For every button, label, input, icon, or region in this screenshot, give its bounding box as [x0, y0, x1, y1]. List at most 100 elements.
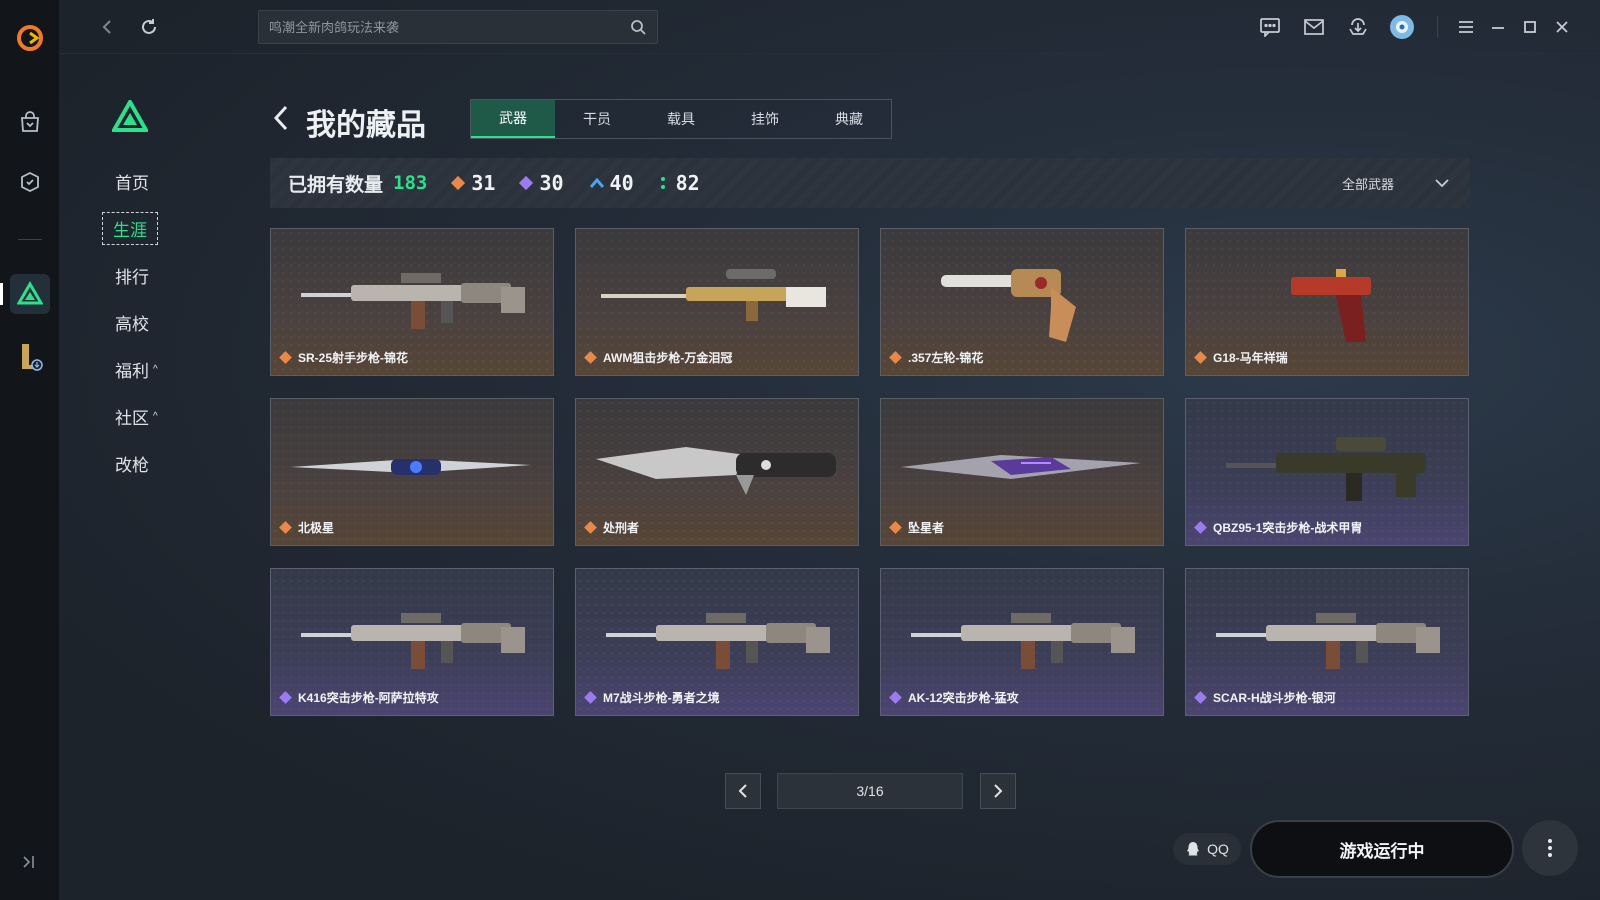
weapon-image: [596, 447, 836, 495]
blue-count: 40: [589, 171, 634, 195]
sidebar-item-label: 首页: [115, 174, 149, 193]
weapon-card[interactable]: 北极星: [270, 398, 554, 546]
search-icon[interactable]: [629, 18, 647, 36]
weapon-name: .357左轮-锦花: [889, 349, 983, 366]
close-icon[interactable]: [1549, 14, 1575, 40]
weapon-image: [601, 269, 826, 321]
purple-gem-icon: [519, 175, 534, 191]
back-nav-icon[interactable]: [92, 12, 122, 42]
count-value: 82: [675, 171, 700, 195]
count-value: 30: [539, 171, 564, 195]
tab-charms[interactable]: 挂饰: [723, 100, 807, 138]
weapon-image: [911, 613, 1135, 669]
weapon-card[interactable]: QBZ95-1突击步枪-战术甲胄: [1185, 398, 1469, 546]
maximize-icon[interactable]: [1517, 14, 1543, 40]
chevron-up-icon: ^: [153, 364, 158, 375]
back-arrow-icon[interactable]: [270, 103, 294, 133]
weapon-name: 处刑者: [584, 519, 639, 536]
category-tabs: 武器 干员 载具 挂饰 典藏: [470, 99, 892, 139]
weapon-name: 北极星: [279, 519, 334, 536]
qq-label: QQ: [1207, 841, 1229, 857]
sidebar-item-label: 排行: [115, 268, 149, 287]
rarity-gem-icon: [584, 521, 597, 534]
sidebar-item-home[interactable]: 首页: [102, 158, 162, 205]
rarity-gem-icon: [279, 521, 292, 534]
weapon-card[interactable]: AK-12突击步枪-猛攻: [880, 568, 1164, 716]
delta-force-game-icon[interactable]: [10, 274, 50, 314]
tag-icon[interactable]: [10, 162, 50, 202]
menu-icon[interactable]: [1453, 14, 1479, 40]
owned-total: 183: [393, 172, 428, 194]
weapon-card[interactable]: 处刑者: [575, 398, 859, 546]
sidebar-item-college[interactable]: 高校: [102, 299, 162, 346]
rarity-gem-icon: [889, 691, 902, 704]
qq-penguin-icon: [1187, 842, 1200, 856]
mail-icon[interactable]: [1301, 14, 1327, 40]
weapon-filter-dropdown[interactable]: 全部武器: [1342, 158, 1450, 208]
weapon-image: [901, 455, 1141, 479]
sidebar-item-label: 社区: [115, 409, 149, 428]
rarity-gem-icon: [1194, 521, 1207, 534]
weapon-name-text: K416突击步枪-阿萨拉特攻: [298, 691, 439, 705]
league-game-icon[interactable]: [10, 336, 50, 376]
minimize-icon[interactable]: [1485, 14, 1511, 40]
rarity-gem-icon: [584, 351, 597, 364]
weapon-name-text: G18-马年祥瑞: [1213, 351, 1288, 365]
weapon-image: [1216, 613, 1440, 669]
weapon-image: [606, 613, 830, 669]
rarity-gem-icon: [889, 521, 902, 534]
weapon-image: [301, 273, 525, 329]
weapon-card[interactable]: G18-马年祥瑞: [1185, 228, 1469, 376]
weapon-name-text: AK-12突击步枪-猛攻: [908, 691, 1019, 705]
green-dots-icon: [660, 177, 665, 189]
top-bar: [60, 0, 1600, 54]
prev-page-button[interactable]: [725, 773, 761, 809]
next-page-button[interactable]: [980, 773, 1016, 809]
refresh-icon[interactable]: [134, 12, 164, 42]
blue-chevron-icon: [589, 178, 604, 188]
tab-weapons[interactable]: 武器: [471, 100, 555, 138]
weapon-card[interactable]: M7战斗步枪-勇者之境: [575, 568, 859, 716]
chat-icon[interactable]: [1257, 14, 1283, 40]
weapon-name: SCAR-H战斗步枪-银河: [1194, 689, 1336, 706]
sidebar-item-label: 改枪: [115, 456, 149, 475]
store-bag-icon[interactable]: [10, 102, 50, 142]
green-count: 82: [660, 171, 700, 195]
weapon-card[interactable]: .357左轮-锦花: [880, 228, 1164, 376]
weapon-card[interactable]: 坠星者: [880, 398, 1164, 546]
weapon-name: QBZ95-1突击步枪-战术甲胄: [1194, 519, 1362, 536]
weapon-card[interactable]: K416突击步枪-阿萨拉特攻: [270, 568, 554, 716]
chevron-down-icon: [1435, 179, 1449, 188]
weapon-name-text: M7战斗步枪-勇者之境: [603, 691, 720, 705]
sidebar-item-ranking[interactable]: 排行: [102, 252, 162, 299]
tab-vehicles[interactable]: 载具: [639, 100, 723, 138]
chevron-up-icon: ^: [153, 411, 158, 422]
sidebar-item-gunsmith[interactable]: 改枪: [102, 440, 162, 487]
weapon-image: [1291, 269, 1371, 342]
rarity-gem-icon: [1194, 351, 1207, 364]
more-options-button[interactable]: [1522, 820, 1578, 876]
download-icon[interactable]: [1345, 14, 1371, 40]
tab-operators[interactable]: 干员: [555, 100, 639, 138]
weapon-name: G18-马年祥瑞: [1194, 349, 1288, 366]
search-box[interactable]: [258, 10, 658, 44]
weapon-image: [301, 613, 525, 669]
rarity-gem-icon: [279, 351, 292, 364]
tab-collection[interactable]: 典藏: [807, 100, 891, 138]
side-nav: 首页 生涯 排行 高校 福利 ^ 社区 ^ 改枪: [102, 158, 162, 487]
app-logo-icon[interactable]: [10, 18, 50, 58]
sidebar-item-welfare[interactable]: 福利 ^: [102, 346, 162, 393]
weapon-card[interactable]: AWM狙击步枪-万金泪冠: [575, 228, 859, 376]
search-input[interactable]: [269, 19, 629, 35]
weapon-card[interactable]: SR-25射手步枪-锦花: [270, 228, 554, 376]
weapon-card[interactable]: SCAR-H战斗步枪-银河: [1185, 568, 1469, 716]
avatar[interactable]: [1389, 14, 1415, 40]
sidebar-item-career[interactable]: 生涯: [102, 205, 162, 252]
weapon-name-text: 坠星者: [908, 521, 945, 535]
game-running-button[interactable]: 游戏运行中: [1250, 820, 1514, 878]
sidebar-item-community[interactable]: 社区 ^: [102, 393, 162, 440]
qq-button[interactable]: QQ: [1173, 833, 1241, 865]
more-vertical-icon: [1548, 839, 1552, 857]
rarity-gem-icon: [584, 691, 597, 704]
collapse-sidebar-icon[interactable]: [18, 852, 42, 876]
